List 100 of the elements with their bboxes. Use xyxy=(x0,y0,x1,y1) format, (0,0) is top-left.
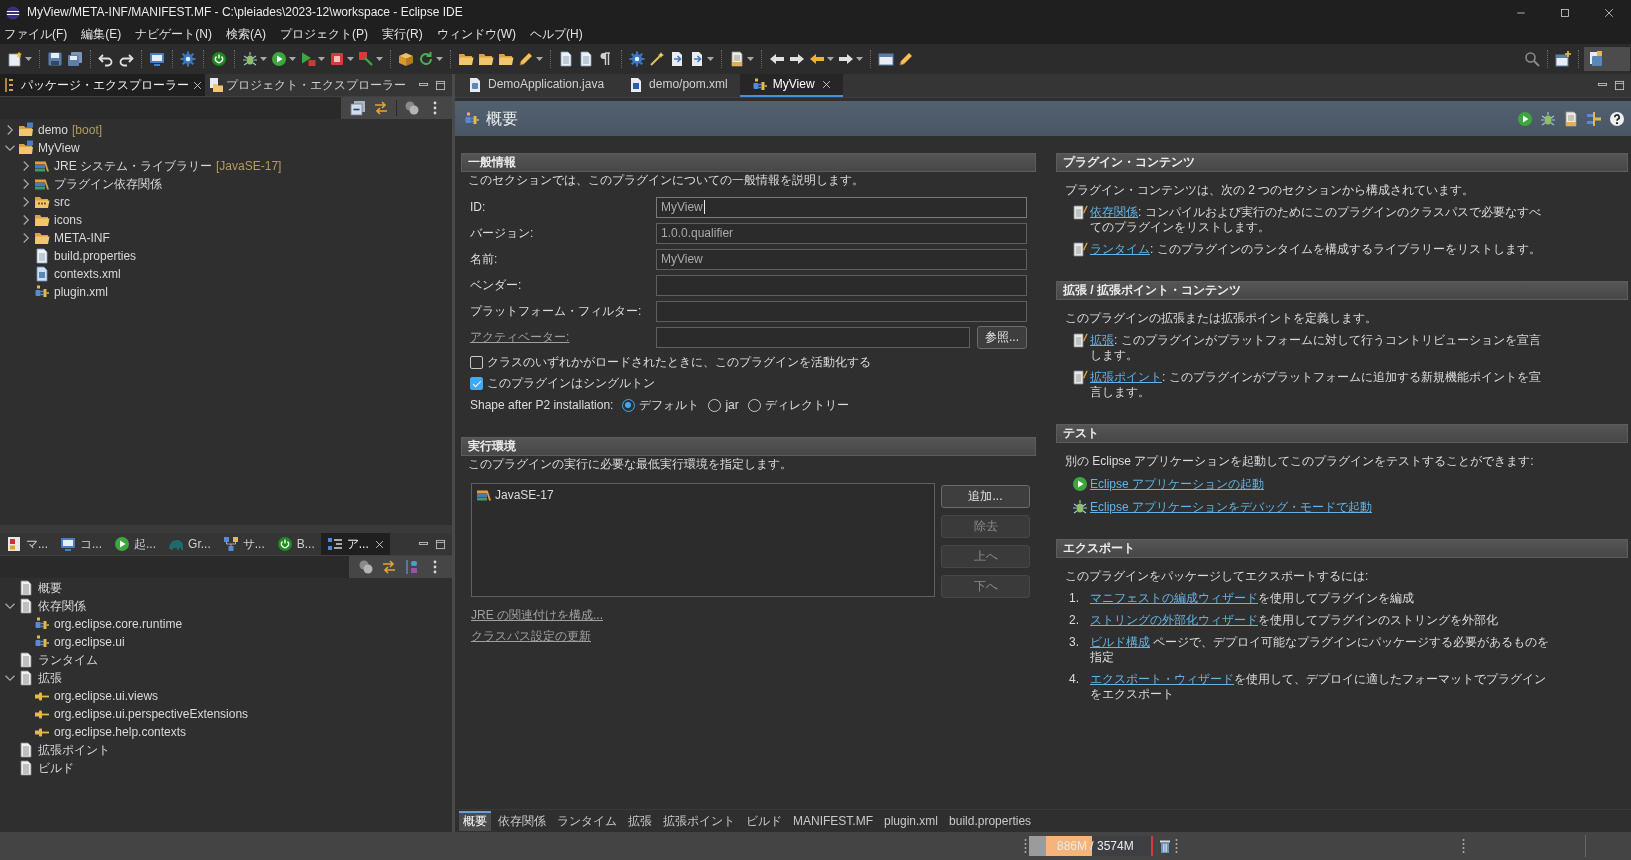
close-icon[interactable] xyxy=(1604,7,1614,18)
caret-icon[interactable] xyxy=(318,57,325,61)
folder-icon[interactable] xyxy=(458,51,474,67)
view-tab[interactable]: マ... xyxy=(0,533,54,555)
hyperlink[interactable]: アクティベーター: xyxy=(470,329,570,344)
editor-tab[interactable]: demo/pom.xml xyxy=(616,74,740,97)
text-field[interactable]: MyView xyxy=(656,248,1027,270)
caret-icon[interactable] xyxy=(536,57,543,61)
page-tab[interactable]: ランタイム xyxy=(553,811,621,831)
tree-item[interactable]: contexts.xml xyxy=(54,266,121,282)
list-box[interactable]: JavaSE-17 xyxy=(471,483,935,597)
maximize-icon[interactable] xyxy=(1614,80,1625,91)
tree-item[interactable]: 概要 xyxy=(38,580,62,596)
link-arrows-icon[interactable] xyxy=(381,559,397,575)
tree-item[interactable]: plugin.xml xyxy=(54,284,109,300)
tree-item[interactable]: META-INF xyxy=(54,230,110,246)
close-icon[interactable] xyxy=(374,539,384,549)
document-icon[interactable] xyxy=(558,51,574,67)
browse-button[interactable]: 参照... xyxy=(977,325,1027,349)
view-tab[interactable]: Gr... xyxy=(162,533,217,555)
folder-icon[interactable] xyxy=(498,51,514,67)
grip-icon[interactable] xyxy=(1175,838,1178,854)
tree-item[interactable]: ランタイム xyxy=(38,652,98,668)
tree-item[interactable]: ビルド xyxy=(38,760,74,776)
caret-icon[interactable] xyxy=(707,57,714,61)
new-file-icon[interactable] xyxy=(7,51,23,67)
document-icon[interactable] xyxy=(578,51,594,67)
menu-item[interactable]: ナビゲート(N) xyxy=(135,27,212,42)
checkbox[interactable] xyxy=(470,356,483,369)
wand-icon[interactable] xyxy=(649,51,665,67)
tree-item[interactable]: icons xyxy=(54,212,82,228)
maximize-icon[interactable] xyxy=(435,538,446,550)
trash-icon[interactable] xyxy=(1159,838,1171,854)
tree-item[interactable]: 依存関係 xyxy=(38,598,86,614)
close-icon[interactable] xyxy=(193,80,202,90)
view-tab[interactable]: プロジェクト・エクスプローラー xyxy=(205,74,409,96)
bug-icon[interactable] xyxy=(1540,110,1556,127)
grip-icon[interactable] xyxy=(1024,838,1027,854)
tree-item[interactable]: build.properties xyxy=(54,248,137,264)
filter-icon[interactable] xyxy=(404,100,420,116)
monitor-icon[interactable] xyxy=(149,51,165,67)
page-tab[interactable]: 拡張 xyxy=(624,811,656,831)
text-field[interactable]: MyView xyxy=(656,196,1027,218)
caret-icon[interactable] xyxy=(436,57,443,61)
run-icon[interactable] xyxy=(1517,110,1533,127)
caret-icon[interactable] xyxy=(25,57,32,61)
caret-icon[interactable] xyxy=(347,57,354,61)
run-tool-icon[interactable] xyxy=(300,51,316,67)
folder-icon[interactable] xyxy=(478,51,494,67)
caret-icon[interactable] xyxy=(289,57,296,61)
caret-icon[interactable] xyxy=(376,57,383,61)
maximize-icon[interactable] xyxy=(435,79,446,91)
pencil-icon[interactable] xyxy=(518,51,534,67)
page-tab[interactable]: plugin.xml xyxy=(880,811,943,831)
tool-icon[interactable] xyxy=(358,51,374,67)
pencil-icon[interactable] xyxy=(898,51,914,67)
grip-icon[interactable] xyxy=(1462,838,1465,854)
text-link[interactable]: Eclipse アプリケーションをデバッグ・モードで起動 xyxy=(1090,499,1373,515)
arrow-left-icon[interactable] xyxy=(769,51,785,67)
radio-label[interactable]: jar xyxy=(725,397,739,413)
text-link[interactable]: 拡張ポイント xyxy=(1090,370,1162,384)
radio-label[interactable]: デフォルト xyxy=(639,397,700,413)
arrow-left-icon[interactable] xyxy=(809,51,825,67)
view-tab[interactable]: コ... xyxy=(54,533,109,555)
maximize-icon[interactable] xyxy=(1560,7,1570,18)
text-link[interactable]: ストリングの外部化ウィザード xyxy=(1090,613,1258,627)
view-tab[interactable]: 起... xyxy=(108,533,163,555)
tree-item[interactable]: 拡張ポイント xyxy=(38,742,110,758)
tree-item[interactable]: src xyxy=(54,194,70,210)
close-icon[interactable] xyxy=(821,80,831,89)
run-icon[interactable] xyxy=(271,51,287,67)
text-field[interactable] xyxy=(656,300,1027,322)
window-icon[interactable] xyxy=(878,51,894,67)
view-tab[interactable]: B... xyxy=(270,533,321,555)
undo-icon[interactable] xyxy=(98,51,114,67)
list-item[interactable]: JavaSE-17 xyxy=(495,487,554,503)
tree-item[interactable]: プラグイン依存関係 xyxy=(54,176,162,192)
sort-icon[interactable] xyxy=(404,559,420,575)
page-tab[interactable]: build.properties xyxy=(945,811,1036,831)
refresh-icon[interactable] xyxy=(418,51,434,67)
action-button[interactable]: 追加... xyxy=(941,485,1030,508)
tree-item[interactable]: JRE システム・ライブラリー xyxy=(54,158,212,174)
menu-item[interactable]: プロジェクト(P) xyxy=(280,27,368,42)
collapse-all-icon[interactable] xyxy=(350,100,366,116)
hyperlink[interactable]: クラスパス設定の更新 xyxy=(471,629,591,644)
document-icon[interactable] xyxy=(1563,110,1579,127)
document-arrow-icon[interactable] xyxy=(669,51,685,67)
view-tab[interactable]: パッケージ・エクスプローラー xyxy=(0,74,205,96)
text-field[interactable] xyxy=(656,326,970,348)
document-icon[interactable] xyxy=(729,51,745,67)
radio-label[interactable]: ディレクトリー xyxy=(764,397,849,413)
tree-item[interactable]: org.eclipse.core.runtime xyxy=(54,616,183,632)
tree-item[interactable]: org.eclipse.ui.views xyxy=(54,688,159,704)
checkbox-label[interactable]: クラスのいずれかがロードされたときに、このプラグインを活動化する xyxy=(487,355,871,370)
caret-icon[interactable] xyxy=(856,57,863,61)
text-field[interactable] xyxy=(656,274,1027,296)
arrow-right-icon[interactable] xyxy=(789,51,805,67)
text-link[interactable]: ビルド構成 xyxy=(1090,635,1150,649)
save-icon[interactable] xyxy=(47,51,63,67)
tree-item[interactable]: demo xyxy=(38,122,69,138)
